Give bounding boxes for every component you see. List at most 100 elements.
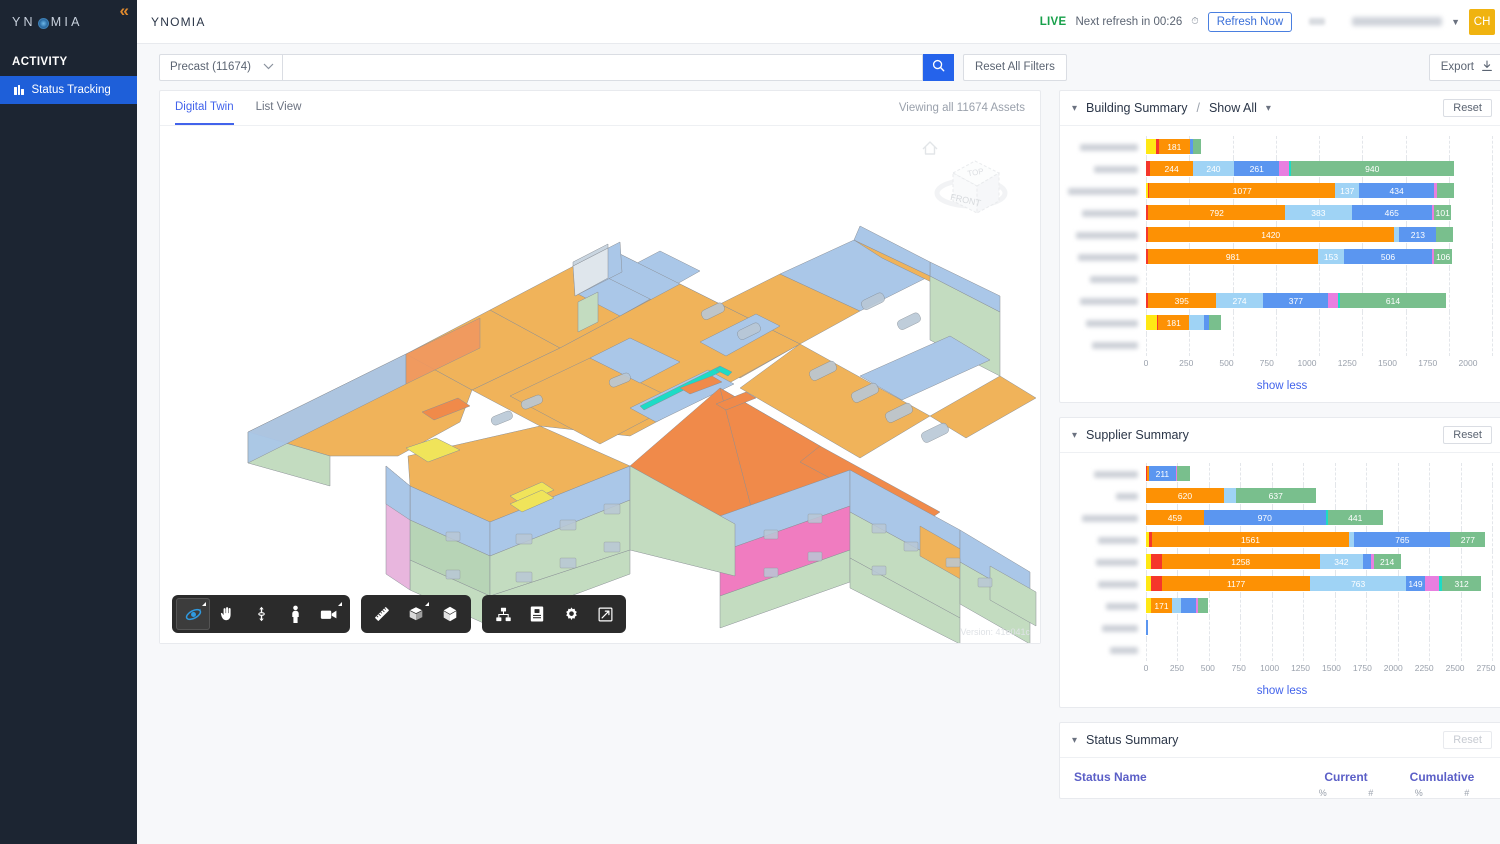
column-current[interactable]: Current [1298, 770, 1394, 784]
stacked-bar[interactable]: 395274377614 [1146, 293, 1492, 308]
stacked-bar[interactable] [1146, 620, 1492, 635]
bar-segment-blue[interactable]: 765 [1354, 532, 1450, 547]
bar-segment-blue[interactable]: 211 [1149, 466, 1176, 481]
chart-row[interactable]: 459970441 [1068, 507, 1492, 529]
bar-segment-orange[interactable]: 459 [1146, 510, 1204, 525]
bar-segment-lightblue[interactable] [1189, 315, 1204, 330]
stacked-bar[interactable] [1146, 642, 1492, 657]
reset-all-filters-button[interactable]: Reset All Filters [963, 54, 1067, 81]
chart-row[interactable]: 211 [1068, 463, 1492, 485]
chart-row[interactable]: 244240261940 [1068, 158, 1492, 180]
bar-segment-green[interactable]: 637 [1236, 488, 1316, 503]
stacked-bar[interactable]: 1561765277 [1146, 532, 1492, 547]
stacked-bar[interactable] [1146, 337, 1492, 352]
bar-segment-orange[interactable]: 1420 [1148, 227, 1394, 242]
bar-segment-green[interactable] [1436, 227, 1453, 242]
bar-segment-orange[interactable]: 1258 [1162, 554, 1320, 569]
column-status-name[interactable]: Status Name [1074, 770, 1298, 784]
chart-row[interactable]: 1077137434 [1068, 180, 1492, 202]
sidebar-collapse-icon[interactable]: « [120, 2, 129, 19]
bar-segment-orange[interactable]: 792 [1148, 205, 1285, 220]
zoom-icon[interactable] [244, 598, 278, 630]
stacked-bar[interactable]: 1077137434 [1146, 183, 1492, 198]
bar-segment-green[interactable]: 277 [1450, 532, 1485, 547]
bar-segment-lightblue[interactable]: 763 [1310, 576, 1406, 591]
camera-icon[interactable] [312, 598, 346, 630]
stacked-bar[interactable]: 211 [1146, 466, 1492, 481]
bar-segment-yellow[interactable] [1146, 315, 1157, 330]
stacked-bar[interactable]: 1177763149 312 [1146, 576, 1492, 591]
stacked-bar[interactable]: 620 637 [1146, 488, 1492, 503]
chart-row[interactable]: 981153506106 [1068, 246, 1492, 268]
bar-segment-lightblue[interactable]: 383 [1285, 205, 1351, 220]
stacked-bar[interactable]: 1420213 [1146, 227, 1492, 242]
bar-segment-lightblue[interactable] [1224, 488, 1236, 503]
walk-person-icon[interactable] [278, 598, 312, 630]
bar-segment-green[interactable]: 214 [1374, 554, 1401, 569]
bar-segment-blue[interactable]: 261 [1234, 161, 1279, 176]
stacked-bar[interactable]: 1258342 214 [1146, 554, 1492, 569]
bar-segment-green[interactable]: 312 [1442, 576, 1481, 591]
chart-row[interactable] [1068, 334, 1492, 356]
chart-row[interactable]: 1561765277 [1068, 529, 1492, 551]
chevron-down-icon[interactable]: ▾ [1072, 430, 1077, 441]
status-summary-reset-button[interactable]: Reset [1443, 731, 1492, 749]
supplier-summary-show-less[interactable]: show less [1060, 679, 1500, 707]
bar-segment-red[interactable] [1151, 576, 1162, 591]
explode-model-icon[interactable] [433, 598, 467, 630]
avatar[interactable]: CH [1469, 9, 1495, 35]
bar-segment-orange[interactable]: 620 [1146, 488, 1224, 503]
bar-segment-orange[interactable]: 181 [1159, 139, 1190, 154]
bar-segment-lightblue[interactable]: 137 [1335, 183, 1359, 198]
bar-segment-orange[interactable]: 981 [1148, 249, 1318, 264]
bar-segment-orange[interactable]: 171 [1151, 598, 1173, 613]
bar-segment-blue[interactable]: 377 [1263, 293, 1328, 308]
bar-segment-blue[interactable]: 970 [1204, 510, 1326, 525]
chart-row[interactable]: 395274377614 [1068, 290, 1492, 312]
chart-row[interactable]: 181 [1068, 312, 1492, 334]
bar-segment-red[interactable] [1151, 554, 1162, 569]
bar-segment-green[interactable]: 441 [1328, 510, 1383, 525]
bar-segment-blue[interactable] [1146, 620, 1148, 635]
stacked-bar[interactable]: 181 [1146, 139, 1492, 154]
measure-ruler-icon[interactable] [365, 598, 399, 630]
chart-row[interactable] [1068, 268, 1492, 290]
building-summary-show-less[interactable]: show less [1060, 374, 1500, 402]
bar-segment-orange[interactable]: 395 [1148, 293, 1216, 308]
settings-gear-icon[interactable] [554, 598, 588, 630]
stacked-bar[interactable]: 244240261940 [1146, 161, 1492, 176]
building-summary-filter-label[interactable]: Show All [1209, 101, 1257, 115]
bar-segment-blue[interactable] [1363, 554, 1372, 569]
bar-segment-lightblue[interactable]: 240 [1193, 161, 1235, 176]
chart-row[interactable]: 1420213 [1068, 224, 1492, 246]
bar-segment-lightblue[interactable]: 342 [1320, 554, 1363, 569]
bar-segment-yellow[interactable] [1146, 139, 1156, 154]
bar-segment-green[interactable]: 106 [1434, 249, 1452, 264]
supplier-summary-chart[interactable]: 211 620 637 459970441 1561765277 1258342 214 11… [1060, 453, 1500, 679]
orbit-icon[interactable] [176, 598, 210, 630]
chart-row[interactable]: 181 [1068, 136, 1492, 158]
show-all-chevron-down-icon[interactable]: ▾ [1266, 103, 1271, 114]
bar-segment-orange[interactable]: 1177 [1162, 576, 1310, 591]
building-model-3d[interactable] [160, 126, 1040, 643]
building-summary-reset-button[interactable]: Reset [1443, 99, 1492, 117]
bar-segment-magenta[interactable] [1279, 161, 1288, 176]
bar-segment-lightblue[interactable]: 274 [1216, 293, 1263, 308]
bar-segment-orange[interactable]: 1077 [1149, 183, 1335, 198]
bar-segment-green[interactable] [1193, 139, 1201, 154]
search-button[interactable] [923, 54, 954, 81]
bar-segment-blue[interactable]: 506 [1344, 249, 1432, 264]
chevron-down-icon[interactable]: ▾ [1072, 103, 1077, 114]
chart-row[interactable]: 792383465101 [1068, 202, 1492, 224]
bar-segment-green[interactable]: 101 [1434, 205, 1451, 220]
bar-segment-lightblue[interactable] [1172, 598, 1180, 613]
pan-hand-icon[interactable] [210, 598, 244, 630]
building-summary-chart[interactable]: 181 244240261940 1077137434 792383465101 142… [1060, 126, 1500, 374]
bar-segment-blue[interactable]: 149 [1406, 576, 1425, 591]
view-cube[interactable]: TOP FRONT [913, 131, 1013, 231]
bar-segment-blue[interactable]: 465 [1352, 205, 1432, 220]
stacked-bar[interactable]: 792383465101 [1146, 205, 1492, 220]
chevron-down-icon[interactable]: ▾ [1072, 735, 1077, 746]
bar-segment-blue[interactable]: 434 [1359, 183, 1434, 198]
stacked-bar[interactable] [1146, 271, 1492, 286]
